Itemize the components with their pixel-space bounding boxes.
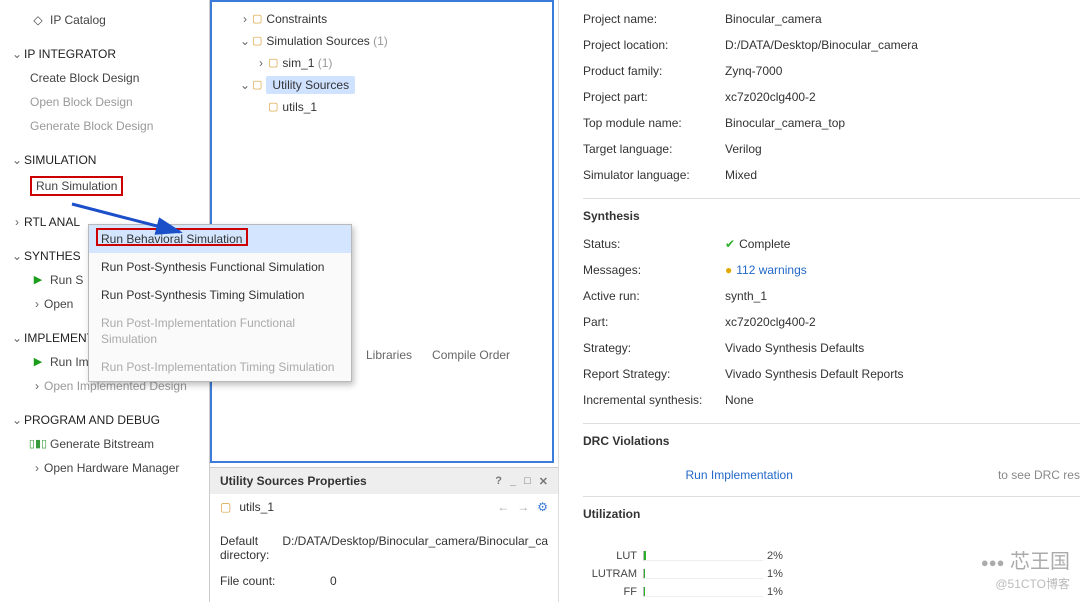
sim-lang-key: Simulator language: (583, 166, 725, 184)
target-lang-key: Target language: (583, 140, 725, 158)
warn-icon: ● (725, 263, 732, 277)
nav-simulation[interactable]: ⌄SIMULATION (8, 148, 205, 172)
ctx-item[interactable]: Run Behavioral Simulation (89, 225, 351, 253)
props-header: Utility Sources Properties ? _ □ ✕ (210, 468, 558, 494)
synth-status-key: Status: (583, 235, 725, 253)
nav-open-hw[interactable]: ›Open Hardware Manager (8, 456, 205, 480)
utilization-section: Utilization LUT2%LUTRAM1%FF1% (583, 496, 1080, 601)
drc-run-impl-link[interactable]: Run Implementation (686, 468, 793, 482)
file-count-value: 0 (330, 574, 337, 588)
util-title: Utilization (583, 507, 1080, 529)
ctx-item[interactable]: Run Post-Synthesis Functional Simulation (89, 253, 351, 281)
synth-rep-key: Report Strategy: (583, 365, 725, 383)
util-bar: LUT2% (583, 547, 1080, 565)
synth-title: Synthesis (583, 209, 1080, 231)
file-count-key: File count: (220, 574, 330, 588)
nav-run-simulation[interactable]: Run Simulation (8, 172, 205, 200)
project-summary: Project name:Binocular_camera Project lo… (558, 0, 1080, 602)
nav-create-bd[interactable]: Create Block Design (8, 66, 205, 90)
synth-rep-val[interactable]: Vivado Synthesis Default Reports (725, 365, 904, 383)
tree-sim-sources[interactable]: ⌄▢Simulation Sources (1) (222, 30, 542, 52)
drc-section: DRC Violations Run Implementation to see… (583, 423, 1080, 486)
nav-gen-bitstream[interactable]: ▯▮▯Generate Bitstream (8, 432, 205, 456)
tree-utils1[interactable]: ▢utils_1 (222, 96, 542, 118)
default-dir-key: Default directory: (220, 534, 282, 562)
forward-icon[interactable]: → (517, 500, 529, 514)
proj-fam-key: Product family: (583, 62, 725, 80)
proj-loc-val: D:/DATA/Desktop/Binocular_camera (725, 36, 918, 54)
synth-run-key: Active run: (583, 287, 725, 305)
sources-subtabs: s Libraries Compile Order (340, 348, 510, 362)
restore-icon[interactable]: □ (524, 475, 531, 488)
tree-utility-sources[interactable]: ⌄▢Utility Sources (222, 74, 542, 96)
proj-part-key: Project part: (583, 88, 725, 106)
nav-open-bd[interactable]: Open Block Design (8, 90, 205, 114)
default-dir-value: D:/DATA/Desktop/Binocular_camera/Binocul… (282, 534, 548, 562)
util-bar: LUTRAM1% (583, 565, 1080, 583)
drc-note: to see DRC res (998, 468, 1080, 482)
ctx-item[interactable]: Run Post-Synthesis Timing Simulation (89, 281, 351, 309)
synth-status-val: ✔Complete (725, 235, 790, 253)
synth-run-val[interactable]: synth_1 (725, 287, 767, 305)
top-mod-val[interactable]: Binocular_camera_top (725, 114, 845, 132)
synth-part-val: xc7z020clg400-2 (725, 313, 816, 331)
close-icon[interactable]: ✕ (539, 475, 548, 488)
synthesis-section: Synthesis Status:✔Complete Messages:●112… (583, 198, 1080, 413)
minimize-icon[interactable]: _ (510, 475, 516, 488)
synth-part-key: Part: (583, 313, 725, 331)
props-selector-row: ▢ utils_1 ← → ⚙ (210, 494, 558, 520)
synth-inc-val[interactable]: None (725, 391, 754, 409)
ctx-item: Run Post-Implementation Timing Simulatio… (89, 353, 351, 381)
synth-inc-key: Incremental synthesis: (583, 391, 725, 409)
target-lang-val[interactable]: Verilog (725, 140, 762, 158)
ctx-item: Run Post-Implementation Functional Simul… (89, 309, 351, 353)
gear-icon[interactable]: ⚙ (537, 500, 548, 514)
folder-icon: ▢ (220, 500, 231, 514)
util-bar: FF1% (583, 583, 1080, 601)
props-title: Utility Sources Properties (220, 474, 367, 488)
proj-name-key: Project name: (583, 10, 725, 28)
nav-program[interactable]: ⌄PROGRAM AND DEBUG (8, 408, 205, 432)
top-mod-key: Top module name: (583, 114, 725, 132)
check-icon: ✔ (725, 237, 735, 251)
synth-strat-key: Strategy: (583, 339, 725, 357)
tree-sim1[interactable]: ›▢sim_1 (1) (222, 52, 542, 74)
properties-panel: Utility Sources Properties ? _ □ ✕ ▢ uti… (210, 467, 558, 602)
back-icon[interactable]: ← (497, 500, 509, 514)
synth-strat-val[interactable]: Vivado Synthesis Defaults (725, 339, 864, 357)
tree-constraints[interactable]: ›▢Constraints (222, 8, 542, 30)
help-icon[interactable]: ? (495, 475, 502, 488)
proj-part-val[interactable]: xc7z020clg400-2 (725, 88, 816, 106)
proj-loc-key: Project location: (583, 36, 725, 54)
nav-gen-bd[interactable]: Generate Block Design (8, 114, 205, 138)
drc-title: DRC Violations (583, 434, 1080, 456)
props-selection: utils_1 (239, 500, 489, 514)
proj-fam-val: Zynq-7000 (725, 62, 782, 80)
nav-ip-integrator[interactable]: ⌄IP INTEGRATOR (8, 42, 205, 66)
run-sim-context-menu: Run Behavioral SimulationRun Post-Synthe… (88, 224, 352, 382)
sim-lang-val[interactable]: Mixed (725, 166, 757, 184)
tab-libraries[interactable]: Libraries (366, 348, 412, 362)
tab-compile-order[interactable]: Compile Order (432, 348, 510, 362)
synth-msg-key: Messages: (583, 261, 725, 279)
proj-name-val: Binocular_camera (725, 10, 822, 28)
synth-msg-val[interactable]: ●112 warnings (725, 261, 807, 279)
nav-ip-catalog[interactable]: ◇IP Catalog (8, 8, 205, 32)
